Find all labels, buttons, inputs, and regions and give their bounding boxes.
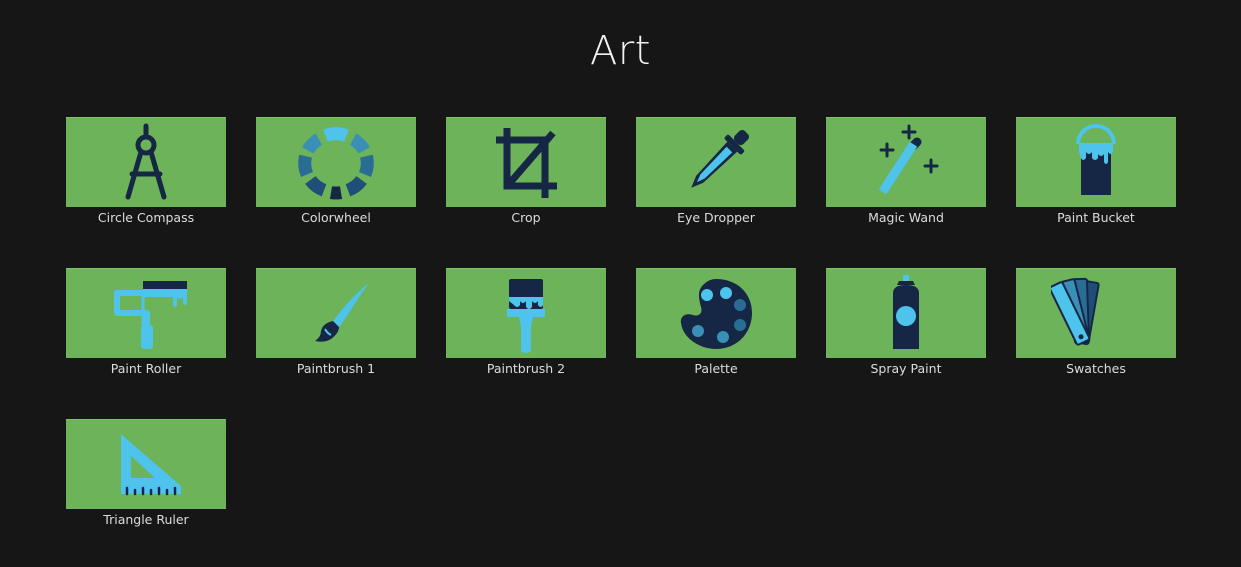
icon-label: Paintbrush 2 [486,361,566,376]
icon-label: Palette [694,361,738,376]
icon-tile-palette[interactable]: Palette [636,268,796,376]
circle-compass-icon [125,123,167,199]
icon-tile-circle-compass[interactable]: Circle Compass [66,117,226,225]
swatches-icon [1051,277,1100,346]
tile-thumbnail [636,117,796,207]
icon-label: Circle Compass [97,210,195,225]
crop-icon [496,127,557,198]
icon-tile-magic-wand[interactable]: Magic Wand [826,117,986,225]
icon-label: Eye Dropper [677,210,755,225]
icon-tile-paint-roller[interactable]: Paint Roller [66,268,226,376]
magic-wand-icon [878,124,939,194]
icon-tile-swatches[interactable]: Swatches [1016,268,1176,376]
icon-label: Magic Wand [868,210,944,225]
spray-paint-icon [893,274,919,349]
icon-label: Paintbrush 1 [296,361,376,376]
paintbrush-1-icon [315,282,369,342]
icon-tile-spray-paint[interactable]: Spray Paint [826,268,986,376]
tile-thumbnail [826,117,986,207]
icon-label: Swatches [1066,361,1126,376]
tile-thumbnail [256,268,416,358]
icon-grid: Circle Compass Colorwheel Crop Eye Dropp… [66,117,1176,527]
icon-tile-triangle-ruler[interactable]: Triangle Ruler [66,419,226,527]
paintbrush-2-icon [507,278,545,353]
icon-label: Colorwheel [301,210,371,225]
tile-thumbnail [66,268,226,358]
paint-roller-icon [114,280,187,349]
icon-tile-eye-dropper[interactable]: Eye Dropper [636,117,796,225]
triangle-ruler-icon [121,433,181,495]
eye-dropper-icon [691,129,749,188]
tile-thumbnail [446,268,606,358]
tile-thumbnail [1016,268,1176,358]
icon-label: Paint Bucket [1057,210,1135,225]
icon-tile-paint-bucket[interactable]: Paint Bucket [1016,117,1176,225]
icon-tile-colorwheel[interactable]: Colorwheel [256,117,416,225]
icon-tile-crop[interactable]: Crop [446,117,606,225]
colorwheel-icon [298,126,374,200]
icon-label: Paint Roller [110,361,182,376]
icon-tile-paintbrush-2[interactable]: Paintbrush 2 [446,268,606,376]
tile-thumbnail [1016,117,1176,207]
tile-thumbnail [66,419,226,509]
icon-label: Triangle Ruler [103,512,189,527]
tile-thumbnail [826,268,986,358]
page-title: Art [590,28,651,74]
tile-thumbnail [66,117,226,207]
tile-thumbnail [636,268,796,358]
tile-thumbnail [256,117,416,207]
icon-label: Spray Paint [870,361,942,376]
icon-tile-paintbrush-1[interactable]: Paintbrush 1 [256,268,416,376]
icon-label: Crop [511,210,541,225]
paint-bucket-icon [1076,123,1116,195]
tile-thumbnail [446,117,606,207]
palette-icon [680,278,752,349]
